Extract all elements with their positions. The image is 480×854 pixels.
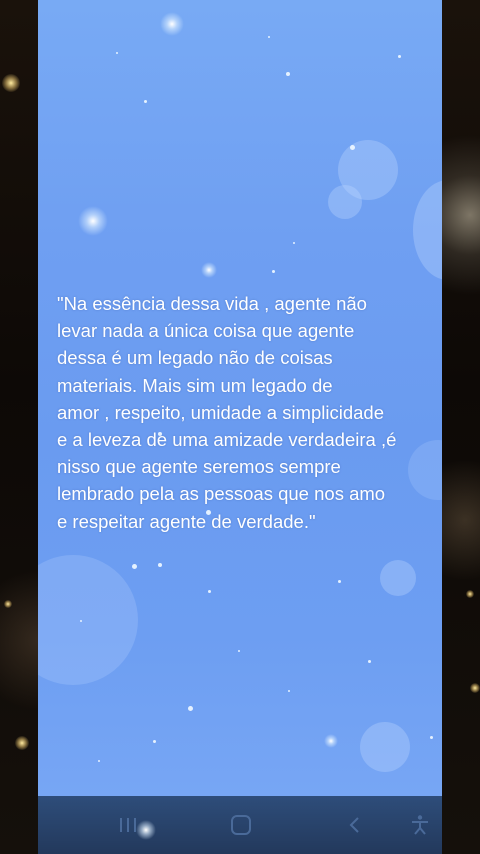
bokeh-circle	[360, 722, 410, 772]
sparkle-dot	[158, 563, 162, 567]
accessibility-button[interactable]	[400, 806, 440, 844]
quote-line: nisso que agente seremos sempre	[57, 456, 341, 478]
bright-sparkle	[136, 820, 156, 840]
sparkle-dot	[293, 242, 295, 244]
quote-line: "Na essência dessa vida , agente não	[57, 293, 367, 314]
home-button[interactable]	[221, 806, 261, 844]
system-navigation-bar	[38, 796, 442, 854]
sparkle-dot	[338, 580, 341, 583]
sparkle-dot	[238, 650, 240, 652]
bokeh-circle	[413, 180, 442, 280]
home-icon	[231, 815, 251, 835]
quote-line: materiais. Mais sim um legado de	[57, 374, 333, 396]
bokeh-circle	[38, 555, 138, 685]
bright-sparkle	[160, 12, 184, 36]
quote-text: "Na essência dessa vida , agente não lev…	[57, 290, 437, 535]
quote-line: amor , respeito, umidade a simplicidade	[57, 401, 384, 423]
sparkle-dot	[116, 52, 118, 54]
sparkle-dot	[268, 36, 270, 38]
sparkle-dot	[132, 564, 137, 569]
sparkle-dot	[80, 620, 82, 622]
sparkle-dot	[430, 736, 433, 739]
sparkle-dot	[272, 270, 275, 273]
gold-sparkle	[466, 590, 474, 598]
back-button[interactable]	[335, 806, 375, 844]
bokeh-circle	[380, 560, 416, 596]
sparkle-dot	[98, 760, 100, 762]
gold-sparkle	[15, 736, 29, 750]
sparkle-dot	[398, 55, 401, 58]
sparkle-dot	[286, 72, 290, 76]
gold-sparkle	[4, 600, 12, 608]
screen: "Na essência dessa vida , agente não lev…	[0, 0, 480, 854]
sparkle-dot	[350, 145, 355, 150]
sparkle-dot	[188, 706, 193, 711]
bright-sparkle	[324, 734, 338, 748]
quote-line: e a leveza de uma amizade verdadeira ,é	[57, 429, 397, 451]
gold-sparkle	[2, 74, 20, 92]
sparkle-dot	[288, 690, 290, 692]
sparkle-dot	[153, 740, 156, 743]
sparkle-dot	[208, 590, 211, 593]
quote-line: e respeitar agente de verdade."	[57, 510, 316, 532]
sparkle-dot	[368, 660, 371, 663]
quote-line: dessa é um legado não de coisas	[57, 347, 333, 369]
bright-sparkle	[201, 262, 217, 278]
accessibility-icon	[412, 815, 428, 835]
back-icon	[349, 817, 359, 833]
quote-line: lembrado pela as pessoas que nos amo	[57, 483, 386, 505]
sparkle-dot	[144, 100, 147, 103]
quote-line: levar nada a única coisa que agente	[57, 320, 355, 342]
gold-sparkle	[470, 683, 480, 693]
bokeh-circle	[328, 185, 362, 219]
bright-sparkle	[78, 206, 108, 236]
